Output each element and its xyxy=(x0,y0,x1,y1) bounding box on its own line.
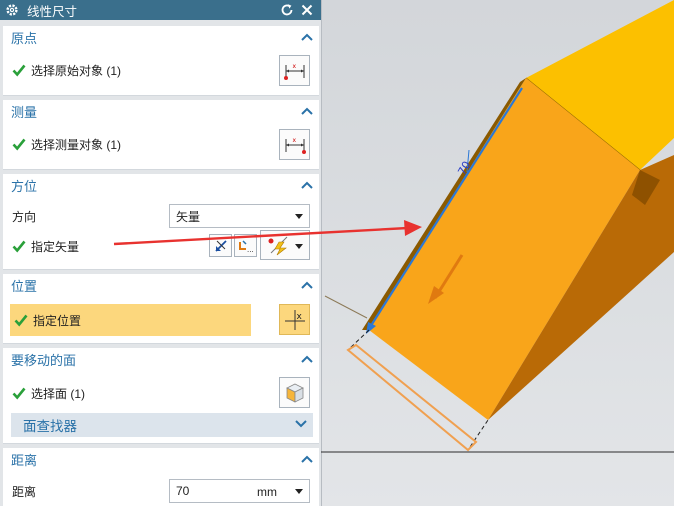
linear-dimension-dialog: 线性尺寸 原点 选择原始对象 (1) x 测量 选择测量对象 (1) x 方位 … xyxy=(0,0,321,506)
measure-group-header[interactable]: 测量 xyxy=(3,100,319,122)
check-icon xyxy=(14,313,28,327)
dialog-titlebar: 线性尺寸 xyxy=(0,0,321,20)
chevron-up-icon[interactable] xyxy=(301,453,313,465)
measure-select-label: 选择测量对象 (1) xyxy=(31,137,122,152)
origin-group: 原点 选择原始对象 (1) x xyxy=(3,26,319,96)
reset-icon[interactable] xyxy=(279,2,295,18)
distance-label: 距离 xyxy=(12,484,37,499)
distance-group-header[interactable]: 距离 xyxy=(3,448,319,470)
origin-group-header[interactable]: 原点 xyxy=(3,26,319,48)
measure-group: 测量 选择测量对象 (1) x xyxy=(3,100,319,170)
position-group: 位置 指定位置 x xyxy=(3,274,319,344)
measure-select-row[interactable]: 选择测量对象 (1) xyxy=(3,134,319,154)
distance-group: 距离 距离 70 mm xyxy=(3,448,319,506)
check-icon xyxy=(12,137,26,151)
face-selector-button[interactable] xyxy=(279,377,310,408)
origin-group-title: 原点 xyxy=(11,30,38,46)
orientation-group: 方位 方向 矢量 指定矢量 ... xyxy=(3,174,319,270)
location-selector-button[interactable]: x xyxy=(279,304,310,335)
close-icon[interactable] xyxy=(299,2,315,18)
distance-value[interactable]: 70 xyxy=(176,484,189,498)
direction-label: 方向 xyxy=(12,209,37,224)
direction-value: 矢量 xyxy=(176,209,201,224)
distance-group-title: 距离 xyxy=(11,452,38,468)
svg-text:...: ... xyxy=(247,246,254,254)
chevron-up-icon[interactable] xyxy=(301,179,313,191)
face-to-move-group: 要移动的面 选择面 (1) 面查找器 xyxy=(3,348,319,444)
chevron-up-icon[interactable] xyxy=(301,105,313,117)
dropdown-arrow-icon xyxy=(295,214,303,219)
origin-select-label: 选择原始对象 (1) xyxy=(31,63,122,78)
distance-input[interactable]: 70 mm xyxy=(169,479,310,503)
specify-vector-label: 指定矢量 xyxy=(31,239,80,254)
face-to-move-group-title: 要移动的面 xyxy=(11,352,77,368)
dropdown-arrow-icon[interactable] xyxy=(295,489,303,494)
inferred-vector-dropdown[interactable] xyxy=(260,230,310,260)
gear-icon[interactable] xyxy=(5,3,19,17)
direction-dropdown[interactable]: 矢量 xyxy=(169,204,310,228)
position-group-header[interactable]: 位置 xyxy=(3,274,319,296)
chevron-up-icon[interactable] xyxy=(301,279,313,291)
graphics-viewport[interactable] xyxy=(321,0,674,506)
check-icon xyxy=(12,386,26,400)
vector-dialog-button[interactable]: ... xyxy=(234,234,257,257)
distance-unit: mm xyxy=(257,485,277,499)
face-finder-label: 面查找器 xyxy=(23,419,77,434)
specify-location-label: 指定位置 xyxy=(33,313,82,328)
origin-object-selector-button[interactable]: x xyxy=(279,55,310,86)
dialog-title: 线性尺寸 xyxy=(27,4,78,19)
chevron-down-icon xyxy=(295,418,307,433)
check-icon xyxy=(12,239,26,253)
specify-location-row[interactable]: 指定位置 xyxy=(10,304,251,336)
position-group-title: 位置 xyxy=(11,278,38,294)
face-finder-expander[interactable]: 面查找器 xyxy=(11,413,313,437)
reverse-direction-button[interactable] xyxy=(209,234,232,257)
face-to-move-group-header[interactable]: 要移动的面 xyxy=(3,348,319,370)
svg-text:x: x xyxy=(296,312,302,322)
face-select-row[interactable]: 选择面 (1) xyxy=(3,383,319,403)
measure-group-title: 测量 xyxy=(11,104,38,120)
check-icon xyxy=(12,63,26,77)
measure-object-selector-button[interactable]: x xyxy=(279,129,310,160)
origin-select-row[interactable]: 选择原始对象 (1) xyxy=(3,60,319,80)
face-select-label: 选择面 (1) xyxy=(31,386,86,401)
chevron-up-icon[interactable] xyxy=(301,31,313,43)
svg-text:x: x xyxy=(292,137,296,144)
chevron-up-icon[interactable] xyxy=(301,353,313,365)
orientation-group-title: 方位 xyxy=(11,178,38,194)
svg-text:x: x xyxy=(292,63,296,70)
orientation-group-header[interactable]: 方位 xyxy=(3,174,319,196)
